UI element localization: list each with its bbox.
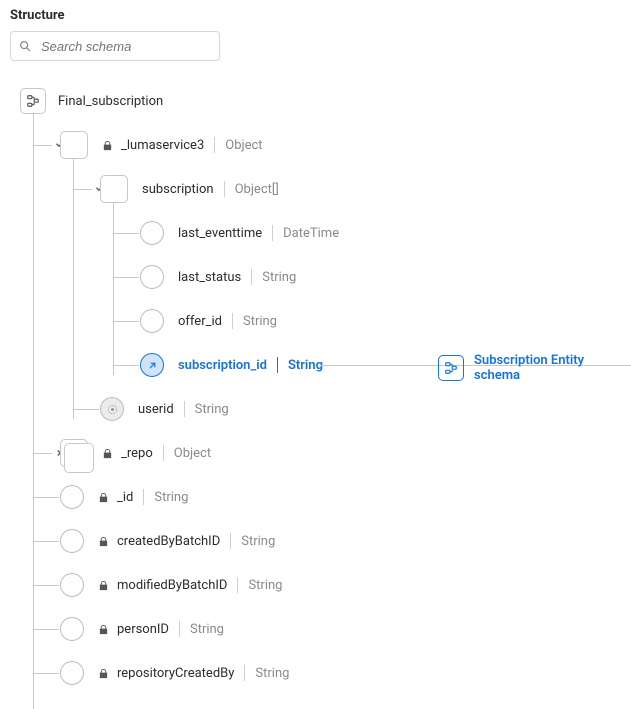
field-type: DateTime [283,226,339,241]
field-type: String [190,622,224,637]
tree-node-created-by-batch-id[interactable]: createdByBatchID String [20,519,621,563]
field-type: Object [225,138,262,153]
lock-icon [98,536,109,547]
lock-icon [98,580,109,591]
field-type: String [248,578,282,593]
field-label: _id [117,490,133,505]
tree-node-offer-id[interactable]: offer_id String [20,299,621,343]
divider [230,533,231,549]
object-box-icon [100,175,128,203]
field-label: offer_id [178,314,222,329]
tree-node-last-status[interactable]: last_status String [20,255,621,299]
field-icon [60,617,84,641]
tree-node-id[interactable]: _id String [20,475,621,519]
field-icon [60,661,84,685]
divider [232,313,233,329]
field-label: repositoryCreatedBy [117,666,234,681]
tree-node-repository-created-by[interactable]: repositoryCreatedBy String [20,651,621,695]
tree-node-last-eventtime[interactable]: last_eventtime DateTime [20,211,621,255]
tree-node-userid[interactable]: userid String [20,387,621,431]
divider [251,269,252,285]
field-label: subscription_id [178,358,267,373]
field-icon [60,485,84,509]
field-label: last_eventtime [178,226,262,241]
field-type: Object[] [235,182,279,197]
divider [214,137,215,153]
schema-icon [20,88,46,114]
field-type: String [243,314,277,329]
field-label: userid [138,402,174,417]
field-icon [60,573,84,597]
field-type: String [195,402,229,417]
field-icon [140,265,164,289]
object-stack-icon [60,439,88,467]
field-icon [140,309,164,333]
reference-field-icon [140,353,164,377]
field-type: String [262,270,296,285]
divider [224,181,225,197]
divider [237,577,238,593]
field-label: personID [117,622,169,637]
field-type: String [255,666,289,681]
field-icon [140,221,164,245]
field-type: String [241,534,275,549]
entity-reference[interactable]: Subscription Entity schema [438,353,621,383]
field-label: modifiedByBatchID [117,578,227,593]
tree-node-subscription[interactable]: subscription Object[] [20,167,621,211]
tree-root[interactable]: Final_subscription [20,79,621,123]
field-icon [60,529,84,553]
divider [277,357,278,373]
lock-icon [102,448,113,459]
field-type: String [154,490,188,505]
tree-node-repo[interactable]: _repo Object [20,431,621,475]
field-type: Object [174,446,211,461]
search-icon [18,39,32,53]
object-box-icon [60,131,88,159]
divider [184,401,185,417]
tree-node-modified-by-batch-id[interactable]: modifiedByBatchID String [20,563,621,607]
root-label: Final_subscription [58,94,163,109]
lock-icon [98,624,109,635]
search-input[interactable] [10,31,220,61]
field-label: _lumaservice3 [121,138,204,153]
field-label: last_status [178,270,241,285]
divider [143,489,144,505]
field-type: String [288,358,323,373]
tree-node-lumaservice3[interactable]: _lumaservice3 Object [20,123,621,167]
lock-icon [98,492,109,503]
divider [272,225,273,241]
divider [163,445,164,461]
divider [244,665,245,681]
entity-reference-label: Subscription Entity schema [474,353,621,383]
divider [179,621,180,637]
lock-icon [98,668,109,679]
field-label: createdByBatchID [117,534,220,549]
field-label: _repo [121,446,153,461]
lock-icon [102,140,113,151]
identity-field-icon [100,397,124,421]
panel-title: Structure [10,8,621,23]
field-label: subscription [142,182,214,197]
schema-icon [438,355,464,381]
tree-node-person-id[interactable]: personID String [20,607,621,651]
